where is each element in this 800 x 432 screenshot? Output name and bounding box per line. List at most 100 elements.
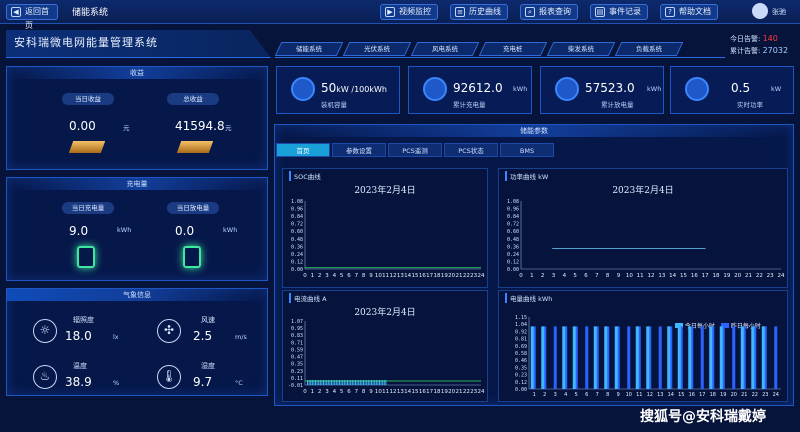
- top-bar: ◀ 返回首页 储能系统 ▶ 视频监控 ≡ 历史曲线 ⌕ 报表查询 ▤ 事件记录 ? 帮助文档…: [0, 0, 800, 30]
- today-bar: [593, 326, 597, 389]
- y-tick-label: 0.95: [291, 326, 303, 332]
- discharge-icon: [555, 77, 579, 101]
- y-tick-label: 0.00: [291, 267, 303, 273]
- stat-capacity: 50kW /100kWh 装机容量: [276, 66, 400, 114]
- irradiance-label: 辐照度: [73, 316, 94, 324]
- tab-home[interactable]: 首页: [276, 143, 330, 157]
- x-tick-label: 1: [311, 389, 315, 395]
- x-tick-label: 6: [584, 273, 588, 279]
- income-panel: 收益 当日收益 总收益 0.00 元 41594.8 元: [6, 66, 268, 170]
- help-button[interactable]: ? 帮助文档: [660, 4, 718, 20]
- sun-icon: ☼: [33, 319, 57, 343]
- app-title: 安科瑞微电网能量管理系统: [14, 36, 158, 49]
- realtime-power-desc: 实时功率: [737, 101, 763, 109]
- x-tick-label: 8: [606, 273, 610, 279]
- charge-value: 9.0: [69, 224, 89, 238]
- alarm-today[interactable]: 今日告警: 140: [730, 34, 778, 44]
- x-tick-label: 8: [362, 273, 366, 279]
- y-tick-label: 0.84: [507, 214, 519, 220]
- total-discharge-value: 57523.0: [585, 81, 635, 95]
- wind-unit: m/s: [235, 333, 247, 341]
- tab-pv[interactable]: 光伏系统: [342, 42, 412, 56]
- search-icon: ⌕: [525, 7, 535, 17]
- x-tick-label: 4: [333, 389, 337, 395]
- x-tick-label: 1: [533, 392, 536, 398]
- x-tick-label: 3: [325, 273, 329, 279]
- capacity-value: 50: [321, 81, 337, 95]
- back-icon: ◀: [11, 7, 21, 17]
- y-tick-label: 1.08: [291, 199, 303, 205]
- y-tick-label: 0.35: [515, 365, 527, 371]
- tab-storage[interactable]: 储能系统: [274, 42, 344, 56]
- y-tick-label: 0.84: [291, 214, 303, 220]
- x-tick-label: 6: [347, 389, 351, 395]
- yesterday-bar: [658, 326, 662, 389]
- wind-label: 风速: [201, 316, 215, 324]
- y-tick-label: 1.07: [291, 319, 303, 325]
- y-tick-label: 0.00: [507, 267, 519, 273]
- yesterday-bar: [627, 326, 631, 389]
- y-tick-label: 0.59: [291, 347, 303, 353]
- back-button[interactable]: ◀ 返回首页: [6, 4, 58, 30]
- tab-bms[interactable]: BMS: [500, 143, 554, 157]
- battery-capacity-icon: [291, 77, 315, 101]
- y-tick-label: 0.36: [507, 244, 519, 250]
- today-bar: [677, 326, 681, 389]
- params-title: 储能参数: [275, 125, 793, 137]
- x-tick-label: 5: [573, 273, 577, 279]
- y-tick-label: 1.15: [515, 315, 527, 321]
- watermark: 搜狐号@安科瑞戴婷: [640, 409, 766, 425]
- capacity-mid: kW /100: [336, 85, 370, 94]
- x-tick-label: 16: [691, 273, 698, 279]
- today-bar: [667, 326, 671, 389]
- x-tick-label: 22: [756, 273, 763, 279]
- y-tick-label: 1.04: [515, 322, 527, 328]
- system-title: 储能系统: [72, 8, 109, 18]
- x-tick-label: 9: [369, 273, 373, 279]
- alarm-total[interactable]: 累计告警: 27032: [730, 46, 788, 56]
- power-plot: 1.08 0.960.84 0.720.60 0.480.36 0.240.12 0.00…: [507, 199, 785, 279]
- x-tick-label: 3: [325, 389, 329, 395]
- tab-pcs-telemetry[interactable]: PCS遥测: [388, 143, 442, 157]
- x-tick-label: 11: [636, 392, 642, 398]
- x-tick-label: 16: [689, 392, 695, 398]
- event-button[interactable]: ▤ 事件记录: [590, 4, 648, 20]
- capacity-unit: kWh: [369, 85, 387, 94]
- x-tick-label: 5: [340, 389, 344, 395]
- report-button[interactable]: ⌕ 报表查询: [520, 4, 578, 20]
- tab-wind[interactable]: 风电系统: [410, 42, 480, 56]
- today-bar: [635, 326, 639, 389]
- x-tick-label: 5: [340, 273, 344, 279]
- y-tick-label: 0.71: [291, 340, 303, 346]
- x-tick-label: 22: [463, 389, 470, 395]
- energy-plot: 1.151.040.92 0.810.690.580.460.35 0.230.12…: [515, 315, 781, 398]
- tab-load[interactable]: 负载系统: [614, 42, 684, 56]
- x-tick-label: 2: [543, 392, 546, 398]
- x-tick-label: 24: [778, 273, 785, 279]
- tab-param-settings[interactable]: 参数设置: [332, 143, 386, 157]
- x-tick-label: 7: [355, 389, 359, 395]
- today-bar: [751, 326, 755, 389]
- today-bar: [646, 326, 650, 389]
- x-tick-label: 18: [710, 392, 716, 398]
- y-tick-label: 0.24: [507, 252, 519, 258]
- history-button[interactable]: ≡ 历史曲线: [450, 4, 508, 20]
- x-tick-label: 2: [318, 273, 322, 279]
- avatar[interactable]: [752, 3, 768, 19]
- today-bar: [530, 326, 534, 389]
- y-tick-label: 0.00: [515, 387, 527, 393]
- y-tick-label: 0.46: [515, 358, 527, 364]
- tab-diesel[interactable]: 柴发系统: [546, 42, 616, 56]
- yesterday-bar: [774, 326, 778, 389]
- document-icon: ▤: [595, 7, 605, 17]
- battery-icon: [77, 246, 95, 268]
- video-button[interactable]: ▶ 视频监控: [380, 4, 438, 20]
- tab-pcs-status[interactable]: PCS状态: [444, 143, 498, 157]
- x-tick-label: 15: [680, 273, 687, 279]
- x-tick-label: 7: [596, 392, 599, 398]
- yesterday-bar: [553, 326, 557, 389]
- tab-charger[interactable]: 充电桩: [478, 42, 548, 56]
- coin-icon: [176, 141, 214, 153]
- energy-title: 充电量: [7, 178, 267, 190]
- x-tick-label: 9: [617, 273, 621, 279]
